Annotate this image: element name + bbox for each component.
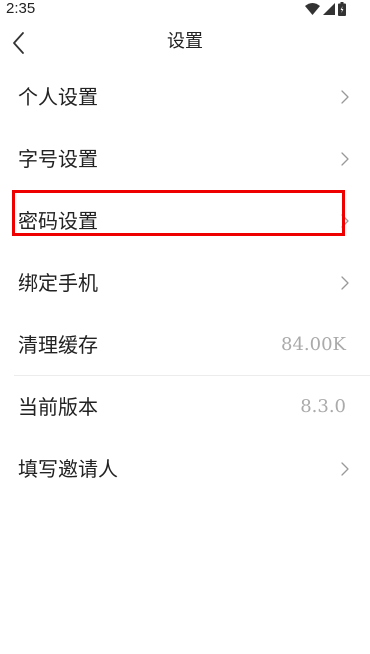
row-label: 当前版本 [18, 395, 98, 419]
settings-row-font-size[interactable]: 字号设置 [0, 128, 370, 190]
battery-icon [338, 2, 346, 16]
version-value: 8.3.0 [300, 396, 346, 417]
chevron-right-icon [341, 276, 349, 290]
row-label: 绑定手机 [18, 271, 98, 295]
row-label: 个人设置 [18, 85, 98, 109]
status-icons [302, 2, 346, 16]
status-time: 2:35 [6, 0, 36, 17]
settings-list: 个人设置 字号设置 密码设置 绑定手机 清理缓存 84.00K 当前版本 8.3… [0, 66, 370, 500]
page-title: 设置 [167, 31, 203, 52]
settings-row-password[interactable]: 密码设置 [0, 190, 370, 252]
row-label: 填写邀请人 [18, 457, 118, 481]
cellular-signal-icon [323, 3, 335, 15]
cache-size-value: 84.00K [281, 334, 346, 355]
wifi-icon [305, 3, 320, 15]
settings-row-version: 当前版本 8.3.0 [0, 376, 370, 438]
chevron-right-icon [341, 214, 349, 228]
settings-row-bind-phone[interactable]: 绑定手机 [0, 252, 370, 314]
chevron-right-icon [341, 90, 349, 104]
header: 设置 [0, 20, 370, 66]
row-label: 清理缓存 [18, 333, 98, 357]
status-bar: 2:35 [0, 0, 370, 20]
settings-row-clear-cache[interactable]: 清理缓存 84.00K [0, 314, 370, 376]
row-label: 字号设置 [18, 147, 98, 171]
row-label: 密码设置 [18, 209, 98, 233]
settings-row-personal[interactable]: 个人设置 [0, 66, 370, 128]
chevron-right-icon [341, 152, 349, 166]
settings-row-inviter[interactable]: 填写邀请人 [0, 438, 370, 500]
chevron-right-icon [341, 462, 349, 476]
